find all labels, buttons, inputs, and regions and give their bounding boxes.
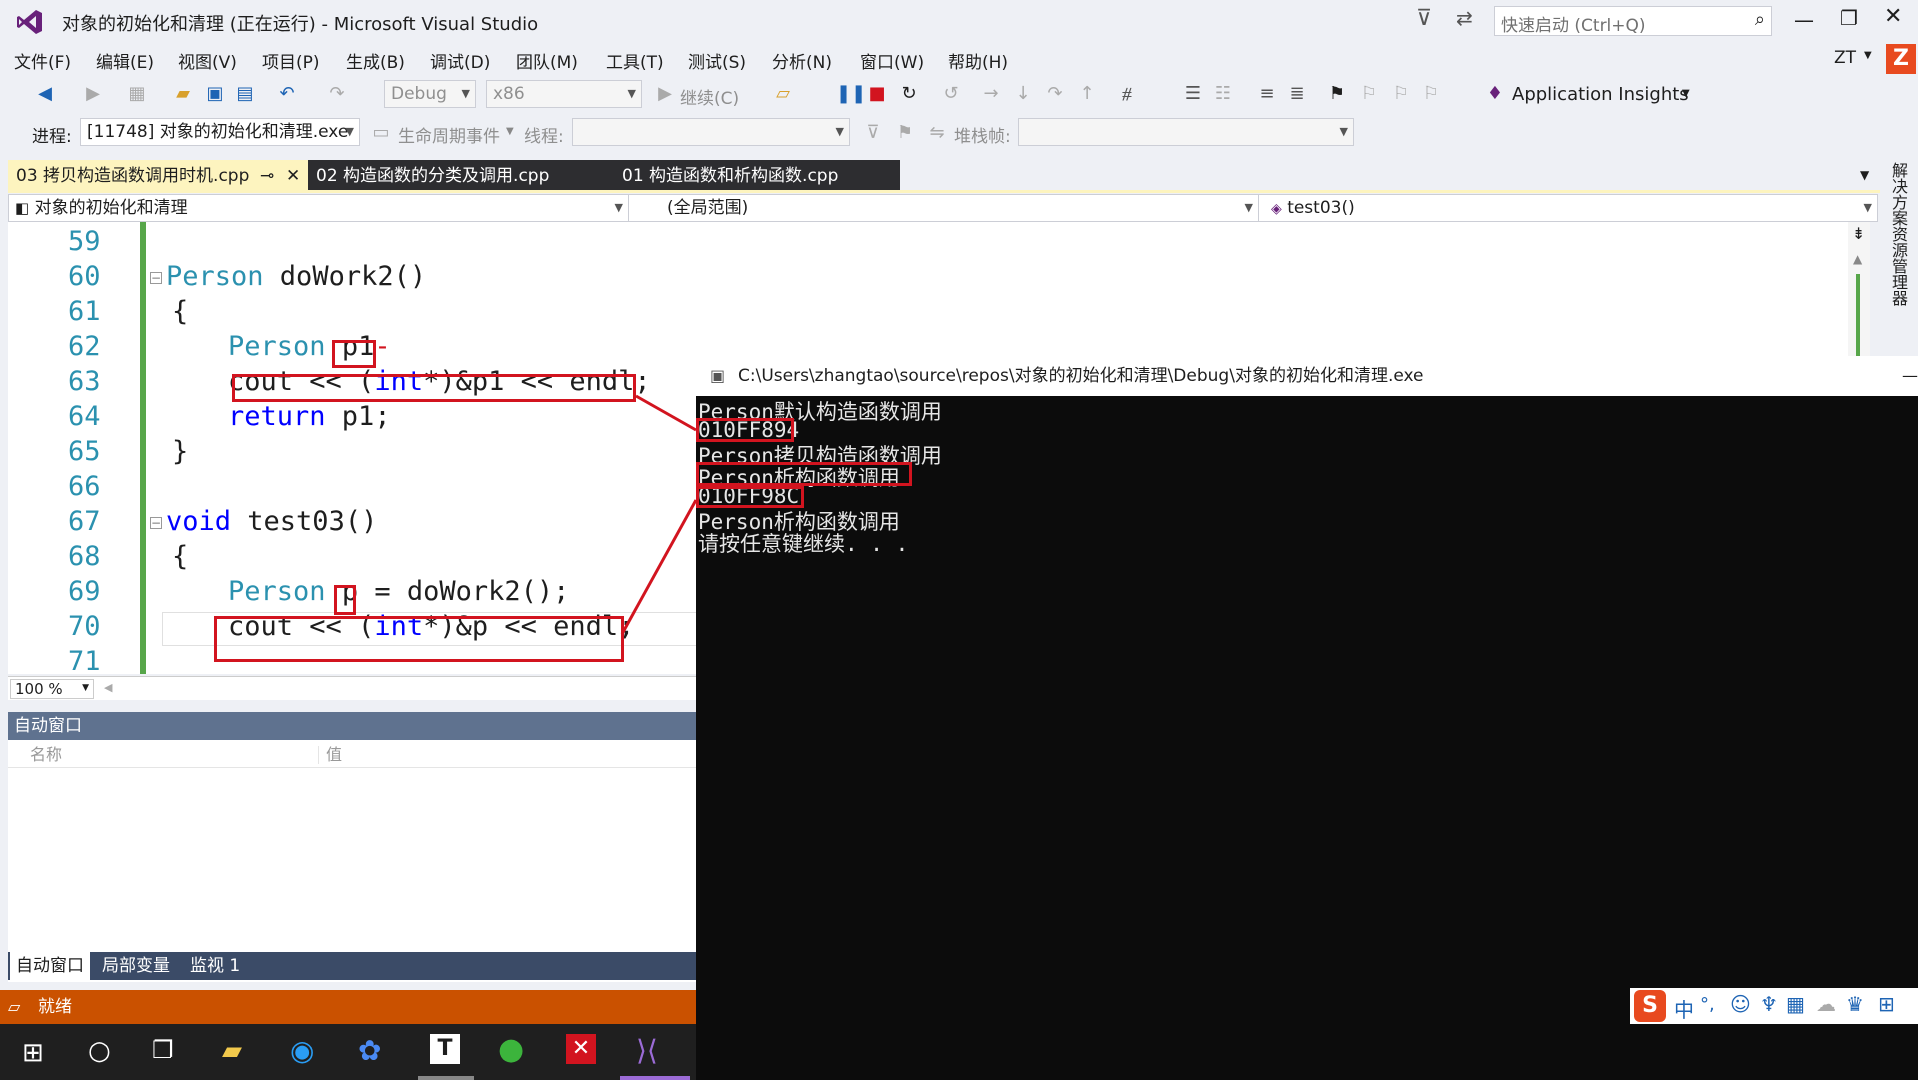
connector-line-2 [620, 499, 698, 635]
annotation-connectors [620, 394, 698, 635]
connector-line-1 [635, 394, 697, 432]
